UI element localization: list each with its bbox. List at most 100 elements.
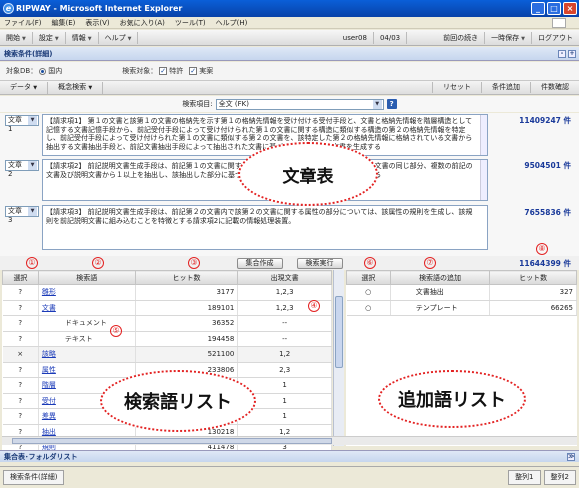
panel-title-text: 検索条件(詳細) [4,50,53,58]
status-sort-2[interactable]: 整列2 [543,470,576,485]
table-row[interactable]: × 該略 521100 1,2 [2,346,332,363]
added-term-cell: テンプレート [390,300,491,316]
row-term-cell[interactable]: 文書 [38,300,136,316]
toolbar-settings[interactable]: 設定 ▼ [33,31,66,44]
col-docs[interactable]: 出現文書 [237,270,332,285]
add-condition-button[interactable]: 条件追加 [482,82,531,93]
temp-save-button[interactable]: 一時保存 ▼ [485,31,532,44]
chevron-down-icon: ▼ [87,35,92,42]
term-link[interactable]: 差異 [42,412,56,420]
marker-1: ① [26,257,38,269]
term-link[interactable]: 雛形 [42,288,56,296]
term-link[interactable]: 文書 [42,304,56,312]
document-select-2[interactable]: 文章2 [5,160,39,178]
table-row[interactable]: ? テキスト 194458 -- [2,331,332,347]
toolbar-info[interactable]: 情報 ▼ [66,31,99,44]
patent-checkbox[interactable]: ✓ [159,67,168,75]
concept-search-menu[interactable]: 概念検索 ▼ [48,81,104,94]
col-select-added[interactable]: 選択 [346,270,391,285]
added-select-cell[interactable]: ○ [346,284,391,301]
expand-icon[interactable]: + [568,50,576,58]
left-scrollbar[interactable] [333,270,344,446]
menu-tools[interactable]: ツール(T) [175,18,206,28]
menu-view[interactable]: 表示(V) [85,18,109,28]
col-term[interactable]: 検索語 [37,270,136,285]
table-row[interactable]: ○ 文書抽出 327 [346,284,577,301]
menu-edit[interactable]: 編集(E) [52,18,76,28]
marker-6: ⑥ [364,257,376,269]
row-select-cell[interactable]: ? [2,377,39,394]
expand-icon[interactable]: ≫ [567,453,575,461]
menu-file[interactable]: ファイル(F) [4,18,42,28]
menu-favorites[interactable]: お気に入り(A) [120,18,165,28]
table-row[interactable]: ? 文書 189101 1,2,3 [2,300,332,316]
row-select-cell[interactable]: × [2,346,39,363]
toolbar-help[interactable]: ヘルプ ▼ [99,31,139,44]
data-menu[interactable]: データ ▼ [0,81,49,94]
search-target-label: 検索対象： [122,67,158,75]
row-hits-cell: 189101 [135,300,239,316]
document-select-3[interactable]: 文章3 [5,206,39,224]
row-docs-cell: 2,3 [237,362,332,378]
table-row[interactable]: ? 雛形 3177 1,2,3 [2,284,332,301]
row-select-cell[interactable]: ? [2,362,39,378]
combine-button[interactable]: 集合作成 [236,257,283,269]
resume-button[interactable]: 前回の続き [437,31,486,44]
row-term-cell[interactable]: 該略 [38,346,136,363]
horizontal-scrollbar[interactable] [2,436,577,445]
term-link[interactable]: 属性 [42,366,56,374]
hscroll-thumb[interactable] [12,438,332,444]
close-button[interactable]: × [563,2,577,15]
collapse-icon[interactable]: - [558,50,566,58]
term-link[interactable]: 階層 [42,381,56,389]
term-link[interactable]: 受付 [42,397,56,405]
logout-button[interactable]: ログアウト [532,32,579,44]
search-field-select[interactable]: 全文 (FK) [215,98,384,110]
help-icon[interactable]: ? [386,99,397,109]
utility-checkbox[interactable]: ✓ [189,67,198,75]
execute-search-button[interactable]: 検索実行 [296,257,343,269]
reset-button[interactable]: リセット [432,82,482,93]
toolbar-start[interactable]: 開始 ▼ [0,31,33,44]
middle-button-bar: 集合作成 検索実行 [0,256,579,270]
row-term-cell[interactable]: 属性 [38,362,136,378]
term-link[interactable]: 該略 [42,350,56,358]
status-tab-search[interactable]: 検索条件(詳細) [3,470,65,485]
menu-bar: ファイル(F) 編集(E) 表示(V) お気に入り(A) ツール(T) ヘルプ(… [0,17,579,29]
marker-3: ③ [188,257,200,269]
col-hits[interactable]: ヒット数 [134,270,239,285]
row-select-cell[interactable]: ? [2,408,39,425]
col-added-term[interactable]: 検索語の追加 [389,270,491,285]
col-added-hits[interactable]: ヒット数 [489,270,577,285]
document-select-1[interactable]: 文章1 [5,115,39,133]
window-titlebar: e RIPWAY - Microsoft Internet Explorer _… [0,0,579,17]
row-select-cell[interactable]: ? [2,331,39,347]
target-db-label: 対象DB： [6,67,38,75]
maximize-button[interactable]: □ [547,2,561,15]
row-select-cell[interactable]: ? [2,284,39,301]
row-select-cell[interactable]: ? [2,300,39,316]
table-row[interactable]: ? ドキュメント 36352 -- [2,315,332,332]
set-folder-bar[interactable]: 集合表･フォルダリスト ≫ [0,450,579,462]
utility-label: 実案 [199,67,214,75]
target-db-radio[interactable] [39,67,47,75]
added-term-list-callout: 追加語リスト [378,370,526,428]
row-select-cell[interactable]: ? [2,315,39,332]
table-row[interactable]: ○ テンプレート 66265 [346,300,577,316]
row-term-cell[interactable]: 雛形 [38,284,136,301]
search-field-label: 検索項目: [182,100,213,108]
term-link[interactable]: 抽出 [42,428,56,436]
scroll-thumb[interactable] [335,296,343,368]
window-title: RIPWAY - Microsoft Internet Explorer [16,4,183,13]
col-select[interactable]: 選択 [2,270,39,285]
document-row-3: 文章3 【請求項3】 前記説明文書生成手段は、前記第２の文書内で該第２の文書に関… [0,204,579,256]
count-check-button[interactable]: 件数確認 [531,82,579,93]
status-sort-1[interactable]: 整列1 [508,470,541,485]
menu-help[interactable]: ヘルプ(H) [216,18,248,28]
minimize-button[interactable]: _ [531,2,545,15]
row-docs-cell: -- [237,315,332,332]
row-select-cell[interactable]: ? [2,393,39,409]
added-select-cell[interactable]: ○ [346,300,391,316]
marker-5: ⑤ [110,325,122,337]
document-text-3[interactable]: 【請求項3】 前記説明文書生成手段は、前記第２の文書内で該第２の文書に関する属性… [42,205,488,250]
